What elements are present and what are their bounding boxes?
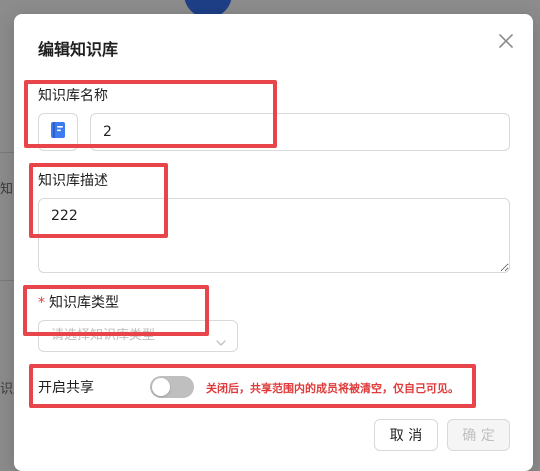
- dialog-title: 编辑知识库: [38, 40, 119, 59]
- confirm-button[interactable]: 确 定: [447, 419, 510, 451]
- background-text: 识库: [0, 382, 14, 397]
- background-divider: [0, 152, 14, 153]
- annotation-box: [29, 163, 168, 238]
- background-divider: [0, 280, 14, 281]
- close-icon[interactable]: [497, 32, 515, 50]
- cancel-button[interactable]: 取 消: [374, 419, 438, 451]
- background-text: 知: [0, 182, 14, 197]
- annotation-box: [23, 285, 209, 336]
- chevron-down-icon: [215, 331, 227, 361]
- annotation-box: [29, 364, 476, 408]
- annotation-box: [24, 80, 277, 148]
